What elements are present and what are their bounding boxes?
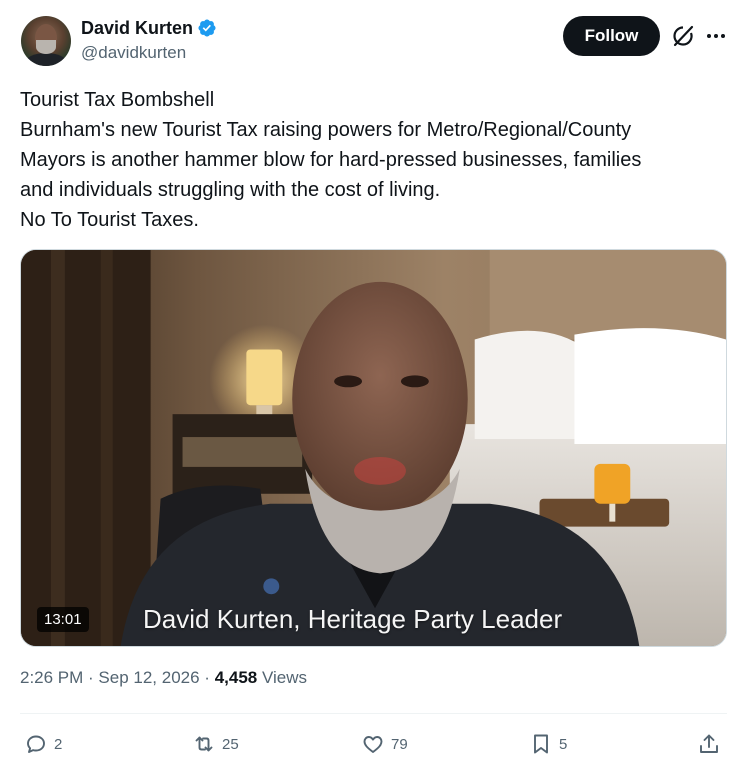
meta-separator: · <box>83 668 99 687</box>
like-count: 79 <box>391 735 408 753</box>
avatar-shoulders <box>25 53 67 66</box>
tweet-text: Tourist Tax Bombshell Burnham's new Tour… <box>20 85 720 235</box>
video-caption: David Kurten, Heritage Party Leader <box>143 604 563 634</box>
tweet-time[interactable]: 2:26 PM <box>20 668 83 687</box>
like-button[interactable]: 79 <box>361 731 408 757</box>
author-display-name[interactable]: David Kurten <box>81 18 193 39</box>
reply-button[interactable]: 2 <box>24 731 62 757</box>
heart-icon <box>363 736 383 753</box>
author-name-row[interactable]: David Kurten <box>81 16 217 40</box>
repost-icon <box>195 736 213 752</box>
tweet-line: Tourist Tax Bombshell <box>20 89 215 111</box>
follow-button[interactable]: Follow <box>563 16 660 56</box>
meta-separator: · <box>199 668 215 687</box>
bookmark-button[interactable]: 5 <box>529 731 567 757</box>
reply-icon <box>27 735 45 753</box>
bookmark-icon <box>534 734 548 754</box>
tweet-line: Burnham's new Tourist Tax raising powers… <box>20 119 632 141</box>
views-label: Views <box>261 668 308 687</box>
bookmark-count: 5 <box>559 735 568 753</box>
tweet-line: No To Tourist Taxes. <box>20 209 199 231</box>
tweet-date[interactable]: Sep 12, 2026 <box>98 668 199 687</box>
video-player[interactable]: 13:01 David Kurten, Heritage Party Leade… <box>20 249 727 647</box>
video-thumbnail <box>21 250 726 646</box>
more-icon[interactable] <box>705 24 727 48</box>
divider <box>20 713 727 714</box>
video-duration: 13:01 <box>37 607 89 632</box>
verified-badge-icon <box>197 18 217 38</box>
reply-count: 2 <box>54 735 63 753</box>
avatar-beard <box>36 40 56 54</box>
views-count: 4,458 <box>214 668 258 687</box>
share-icon <box>700 734 718 753</box>
share-button[interactable] <box>697 731 721 757</box>
tweet-line: Mayors is another hammer blow for hard-p… <box>20 149 642 171</box>
avatar[interactable] <box>21 16 71 66</box>
repost-count: 25 <box>222 735 239 753</box>
repost-button[interactable]: 25 <box>192 731 239 757</box>
author-handle[interactable]: @davidkurten <box>81 43 186 63</box>
tweet-card: David Kurten @davidkurten Follow Tourist… <box>0 0 749 775</box>
grok-icon[interactable] <box>671 24 695 48</box>
tweet-meta: 2:26 PM · Sep 12, 2026 · 4,458 Views <box>20 668 307 688</box>
tweet-line: and individuals struggling with the cost… <box>20 179 441 201</box>
